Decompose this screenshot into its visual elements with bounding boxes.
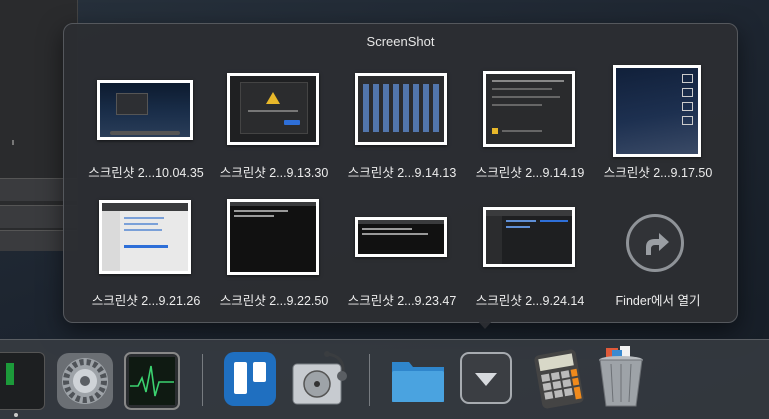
folder-stack-icon[interactable]: [389, 354, 447, 406]
screenshot-thumbnail-icon: [483, 207, 575, 267]
stack-item[interactable]: 스크린샷 2...9.22.50: [210, 196, 338, 309]
stack-item[interactable]: 스크린샷 2...9.17.50: [594, 65, 722, 181]
window-marker: [12, 140, 14, 145]
screenshot-thumbnail-icon: [355, 217, 447, 257]
stack-item[interactable]: 스크린샷 2...9.23.47: [338, 196, 466, 309]
screenshot-thumbnail-icon: [227, 199, 319, 275]
screenshot-thumbnail-icon: [227, 73, 319, 145]
stack-item-label: 스크린샷 2...9.23.47: [347, 294, 457, 308]
disk-utility-icon[interactable]: [287, 348, 351, 410]
activity-monitor-icon[interactable]: [124, 352, 180, 410]
stack-item[interactable]: 스크린샷 2...9.14.13: [338, 68, 466, 181]
dock-separator: [369, 354, 370, 406]
stack-item-label: 스크린샷 2...9.24.14: [475, 294, 585, 308]
stack-item-label: 스크린샷 2...9.22.50: [219, 294, 329, 308]
open-in-finder-label: Finder에서 열기: [615, 294, 701, 308]
stack-item-label: 스크린샷 2...9.14.13: [347, 166, 457, 180]
stack-title: ScreenShot: [366, 34, 435, 49]
stack-item-label: 스크린샷 2...9.21.26: [91, 294, 201, 308]
calculator-icon[interactable]: [530, 348, 588, 410]
stack-item[interactable]: 스크린샷 2...10.04.35: [82, 68, 210, 181]
dock: [0, 339, 769, 419]
stack-item-label: 스크린샷 2...10.04.35: [88, 166, 204, 180]
trello-icon[interactable]: [222, 350, 278, 408]
downloads-stack-icon[interactable]: [460, 352, 512, 404]
stack-item[interactable]: 스크린샷 2...9.21.26: [82, 196, 210, 309]
dock-separator: [202, 354, 203, 406]
open-in-finder-button[interactable]: Finder에서 열기: [594, 196, 722, 309]
stack-item[interactable]: 스크린샷 2...9.24.14: [466, 196, 594, 309]
open-in-finder-arrow-icon: [626, 214, 684, 272]
stack-item-label: 스크린샷 2...9.14.19: [475, 166, 585, 180]
stack-item[interactable]: 스크린샷 2...9.14.19: [466, 68, 594, 181]
system-preferences-icon[interactable]: [56, 352, 114, 410]
stack-item-label: 스크린샷 2...9.13.30: [219, 166, 329, 180]
screenshot-thumbnail-icon: [99, 200, 191, 274]
stack-popup: ScreenShot 스크린샷 2...10.04.35 스크린샷 2...9.…: [63, 23, 738, 323]
stack-popup-pointer: [476, 319, 494, 329]
screenshot-thumbnail-icon: [613, 65, 701, 157]
running-indicator: [14, 413, 18, 417]
screenshot-thumbnail-icon: [97, 80, 193, 140]
app-icon-partial[interactable]: [0, 352, 45, 410]
trash-icon[interactable]: [596, 346, 646, 410]
screenshot-thumbnail-icon: [483, 71, 575, 147]
screenshot-thumbnail-icon: [355, 73, 447, 145]
stack-item-label: 스크린샷 2...9.17.50: [603, 166, 713, 180]
stack-item[interactable]: 스크린샷 2...9.13.30: [210, 68, 338, 181]
